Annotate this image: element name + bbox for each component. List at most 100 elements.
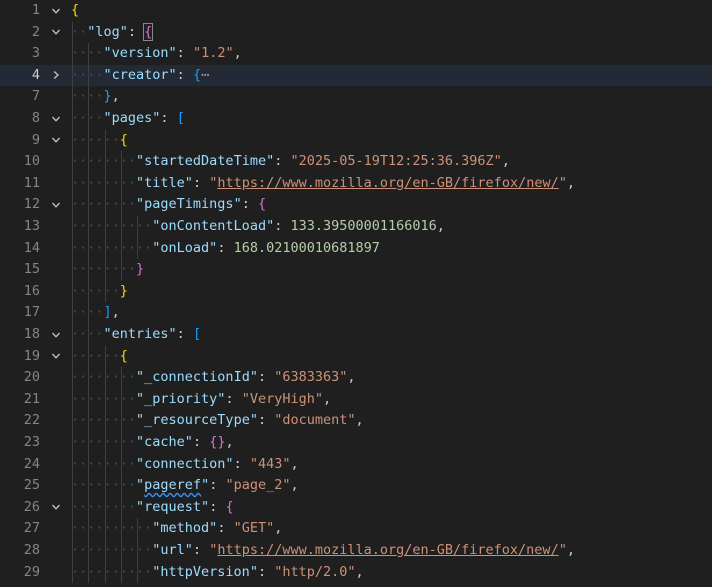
- indent-guide: [137, 540, 139, 562]
- indent-guide: [72, 280, 73, 303]
- punctuation: :: [160, 110, 177, 126]
- json-string: "VeryHigh": [241, 390, 323, 407]
- code-content: ········"cache": {},: [71, 432, 234, 454]
- fold-chevron-down-icon[interactable]: [49, 0, 63, 22]
- indent-guide: [120, 388, 122, 411]
- whitespace-indicator: ······: [71, 131, 120, 148]
- punctuation: :: [241, 196, 258, 213]
- url-link[interactable]: https://www.mozilla.org/en-GB/firefox/ne…: [217, 542, 558, 558]
- code-line[interactable]: 10 ········"startedDateTime": "2025-05-19…: [0, 151, 712, 173]
- url-link[interactable]: https://www.mozilla.org/en-GB/firefox/ne…: [217, 175, 558, 191]
- line-number: 2: [31, 23, 40, 40]
- indent-guide: [104, 432, 106, 454]
- json-string: "443": [249, 455, 291, 472]
- bracket: [: [192, 326, 202, 342]
- code-line[interactable]: 1{: [0, 0, 712, 22]
- json-key: "log": [87, 23, 128, 40]
- indent-guide: [104, 388, 106, 411]
- json-key: "method": [152, 520, 218, 537]
- indent-guide: [137, 561, 139, 584]
- indent-guide: [120, 410, 122, 432]
- indent-guide: [104, 345, 106, 368]
- fold-chevron-down-icon[interactable]: [49, 194, 63, 216]
- punctuation: ,: [274, 520, 283, 537]
- line-number: 26: [23, 498, 40, 515]
- line-number: 29: [23, 563, 40, 580]
- code-line[interactable]: 19 ······{: [0, 345, 712, 368]
- indent-guide: [104, 280, 106, 303]
- indent-guide: [88, 280, 90, 303]
- code-line[interactable]: 20 ········"_connectionId": "6383363",: [0, 367, 712, 389]
- fold-chevron-down-icon[interactable]: [49, 108, 63, 130]
- indent-guide: [72, 237, 73, 260]
- code-line[interactable]: 27 ··········"method": "GET",: [0, 518, 712, 540]
- fold-chevron-right-icon[interactable]: [49, 65, 63, 87]
- whitespace-indicator: ········: [71, 390, 137, 407]
- indent-guide: [120, 194, 122, 216]
- fold-chevron-down-icon[interactable]: [49, 130, 63, 152]
- code-line[interactable]: 17 ····],: [0, 302, 712, 324]
- json-number: 133.39500001166016: [290, 218, 437, 234]
- folded-ellipsis[interactable]: ⋯: [201, 67, 209, 83]
- whitespace-indicator: ········: [71, 455, 137, 472]
- code-line[interactable]: 21 ········"_priority": "VeryHigh",: [0, 388, 712, 411]
- code-line[interactable]: 22 ········"_resourceType": "document",: [0, 410, 712, 432]
- fold-chevron-down-icon[interactable]: [49, 497, 63, 519]
- code-line[interactable]: 9 ······{: [0, 129, 712, 152]
- json-key: "startedDateTime": [136, 153, 275, 170]
- punctuation: ,: [290, 477, 299, 494]
- code-content: ········"pageTimings": {: [71, 194, 266, 216]
- bracket: {: [257, 196, 267, 213]
- indent-guide: [120, 216, 122, 238]
- fold-chevron-down-icon[interactable]: [49, 324, 63, 346]
- bracket: [: [176, 110, 185, 126]
- whitespace-indicator: ········: [71, 412, 137, 429]
- code-line[interactable]: 14 ··········"onLoad": 168.02100010681897: [0, 237, 712, 260]
- punctuation: ,: [355, 563, 364, 580]
- code-line[interactable]: 26 ········"request": {: [0, 496, 712, 519]
- punctuation: ,: [225, 434, 234, 450]
- code-content: ··········"httpVersion": "http/2.0",: [71, 562, 364, 584]
- punctuation: :: [192, 542, 210, 558]
- code-line[interactable]: 2 ··"log": {: [0, 21, 712, 44]
- indent-guide: [72, 345, 73, 368]
- code-line[interactable]: 15 ········}: [0, 259, 712, 281]
- code-line[interactable]: 11 ········"title": "https://www.mozilla.…: [0, 172, 712, 195]
- json-key: ": [201, 477, 210, 494]
- code-content: {: [71, 0, 79, 22]
- code-line[interactable]: 24 ········"connection": "443",: [0, 453, 712, 476]
- code-content: ········"startedDateTime": "2025-05-19T1…: [71, 151, 510, 173]
- code-line[interactable]: 7 ····},: [0, 86, 712, 108]
- json-string: "6383363": [274, 369, 348, 386]
- indent-guide: [137, 518, 139, 540]
- json-key: "_priority": [136, 390, 226, 407]
- code-line[interactable]: 8 ····"pages": [: [0, 108, 712, 130]
- code-line[interactable]: 12 ········"pageTimings": {: [0, 194, 712, 216]
- line-number: 17: [23, 304, 40, 321]
- code-editor[interactable]: 1{2 ··"log": {3 ····"version": "1.2", 4 ····…: [0, 0, 712, 587]
- code-line[interactable]: 4 ····"creator": {⋯: [0, 64, 712, 87]
- fold-chevron-down-icon[interactable]: [49, 22, 63, 44]
- line-number: 23: [23, 434, 40, 450]
- code-content: ··········"onContentLoad": 133.395000011…: [71, 216, 445, 238]
- code-line[interactable]: 25 ········"pageref": "page_2",: [0, 475, 712, 497]
- code-line[interactable]: 3 ····"version": "1.2",: [0, 43, 712, 65]
- code-line[interactable]: 16 ······}: [0, 280, 712, 303]
- code-line[interactable]: 13 ··········"onContentLoad": 133.3950000…: [0, 216, 712, 238]
- json-key: "_connectionId": [136, 369, 258, 386]
- code-line[interactable]: 29 ··········"httpVersion": "http/2.0",: [0, 561, 712, 584]
- line-number: 16: [23, 282, 40, 299]
- code-line[interactable]: 18 ····"entries": [: [0, 324, 712, 346]
- fold-chevron-down-icon[interactable]: [49, 346, 63, 368]
- code-content: ··········"url": "https://www.mozilla.or…: [71, 540, 575, 562]
- indent-guide: [137, 216, 139, 238]
- bracket: {: [192, 66, 202, 83]
- line-number: 25: [23, 477, 40, 494]
- indent-guide: [120, 432, 122, 454]
- indent-guide: [72, 324, 73, 346]
- code-line[interactable]: 28 ··········"url": "https://www.mozilla.…: [0, 540, 712, 562]
- json-key: "request": [136, 498, 210, 515]
- json-key: "title": [136, 174, 193, 191]
- code-line[interactable]: 23 ········"cache": {},: [0, 432, 712, 454]
- indent-guide: [120, 561, 122, 584]
